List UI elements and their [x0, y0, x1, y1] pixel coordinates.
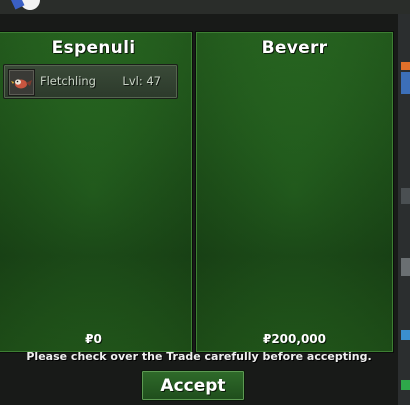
right-trade-panel: Beverr ₽200,000 — [195, 31, 394, 353]
left-trade-panel: Espenuli Fletchling Lvl: 47 ₽0 — [0, 31, 193, 353]
sidebar-marker — [401, 188, 410, 204]
trade-item-card[interactable]: Fletchling Lvl: 47 — [3, 64, 178, 99]
sidebar-marker — [401, 380, 410, 390]
accept-button[interactable]: Accept — [141, 370, 245, 401]
sidebar-marker — [401, 330, 410, 340]
trade-notice: Please check over the Trade carefully be… — [26, 350, 372, 363]
fletchling-icon — [8, 69, 35, 96]
item-name: Fletchling — [40, 74, 96, 88]
left-player-name: Espenuli — [51, 38, 136, 58]
sidebar-marker — [401, 62, 410, 70]
left-money-amount: ₽0 — [85, 332, 102, 346]
right-money-amount: ₽200,000 — [262, 332, 326, 346]
right-player-name: Beverr — [261, 38, 328, 58]
item-level: Lvl: 47 — [122, 74, 161, 88]
sidebar-marker — [401, 258, 410, 276]
top-bar — [0, 0, 410, 14]
trade-window: Espenuli Fletchling Lvl: 47 ₽0 Beverr ₽2… — [0, 14, 398, 405]
pokeball-icon — [8, 0, 48, 14]
sidebar-marker — [401, 72, 410, 94]
